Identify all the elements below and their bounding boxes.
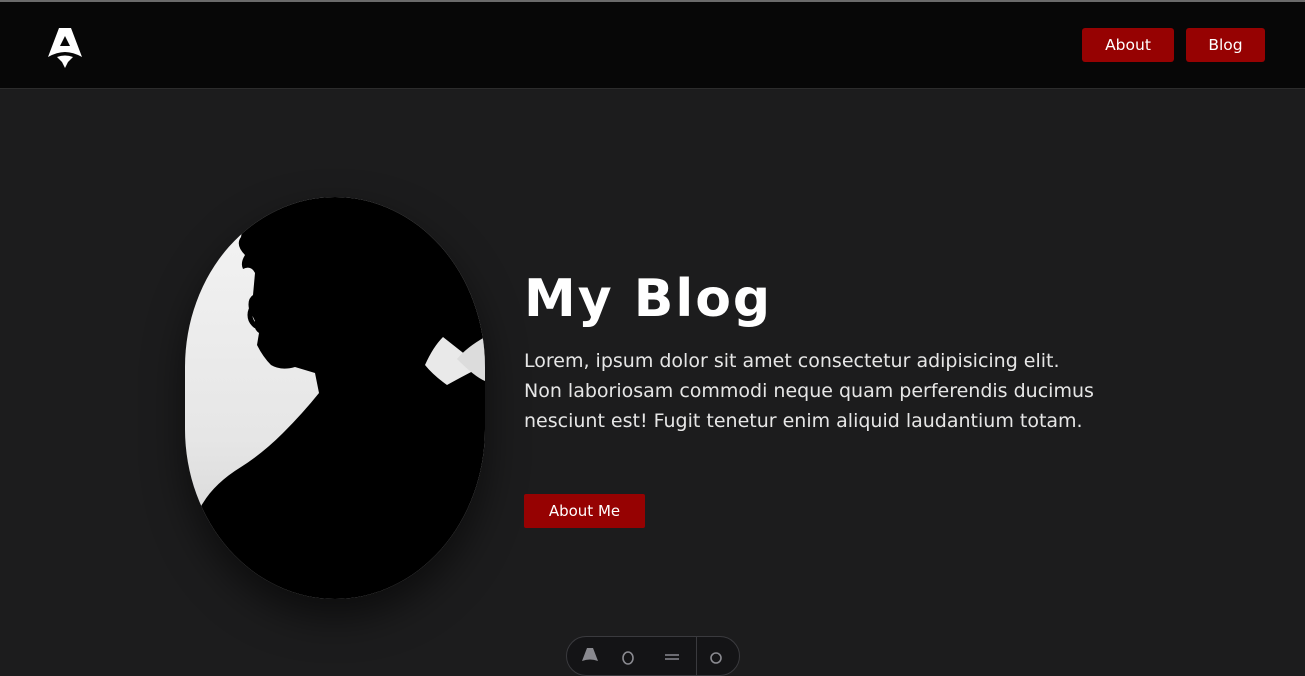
astro-logo-icon[interactable] [47,26,83,68]
settings-icon[interactable] [707,647,725,665]
about-me-button[interactable]: About Me [524,494,645,528]
profile-portrait [185,197,485,599]
navbar: About Blog [0,2,1305,89]
nav-about-button[interactable]: About [1082,28,1174,62]
list-icon[interactable] [663,647,681,665]
nav-blog-button[interactable]: Blog [1186,28,1265,62]
bug-icon[interactable] [619,647,637,665]
toolbar-divider [696,637,697,675]
hero-description: Lorem, ipsum dolor sit amet consectetur … [524,350,1094,432]
astro-icon[interactable] [581,647,599,665]
dev-toolbar [566,636,740,676]
page-title: My Blog [524,269,773,329]
